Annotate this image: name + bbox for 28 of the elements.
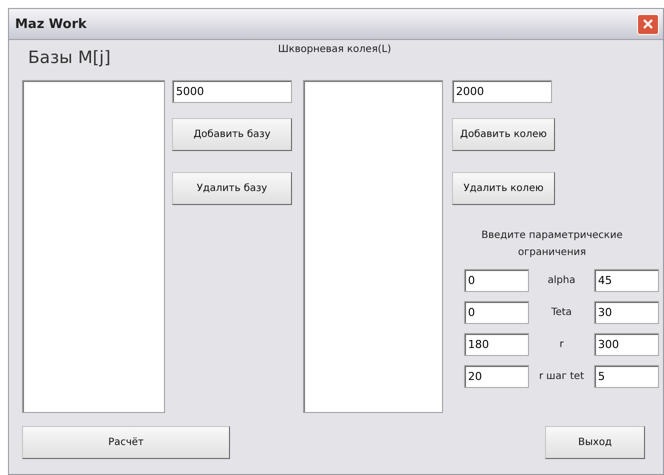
parameter-label: r	[558, 339, 565, 350]
parameter-label: alpha	[546, 275, 576, 286]
exit-button[interactable]: Выход	[545, 426, 645, 459]
max-input[interactable]: 300	[594, 333, 659, 356]
window-title: Maz Work	[15, 16, 87, 32]
constraints-label: Введите параметрические ограничения	[480, 229, 624, 260]
add-track-button[interactable]: Добавить колею	[452, 118, 555, 151]
remove-base-button[interactable]: Удалить базу	[172, 172, 292, 205]
min-input[interactable]: 20	[464, 365, 529, 388]
max-input[interactable]: 5	[594, 365, 659, 388]
max-input[interactable]: 30	[594, 301, 659, 324]
track-input[interactable]: 2000	[452, 80, 552, 103]
remove-track-button[interactable]: Удалить колею	[452, 172, 555, 205]
calculate-button[interactable]: Расчёт	[22, 426, 230, 459]
max-input[interactable]: 45	[594, 269, 659, 292]
track-list[interactable]	[303, 80, 443, 413]
min-input[interactable]: 0	[464, 269, 529, 292]
min-input[interactable]: 0	[464, 301, 529, 324]
parameter-label: r шаг tet	[538, 371, 585, 382]
add-base-button[interactable]: Добавить базу	[172, 118, 292, 151]
close-button[interactable]	[637, 14, 659, 34]
close-icon	[642, 18, 654, 30]
bases-list[interactable]	[22, 80, 165, 413]
track-label: Шкворневая колея(L)	[278, 44, 392, 57]
parameter-label: Teta	[550, 307, 573, 318]
base-input[interactable]: 5000	[172, 80, 292, 103]
min-input[interactable]: 180	[464, 333, 529, 356]
bases-label: Базы M[j]	[28, 48, 112, 70]
